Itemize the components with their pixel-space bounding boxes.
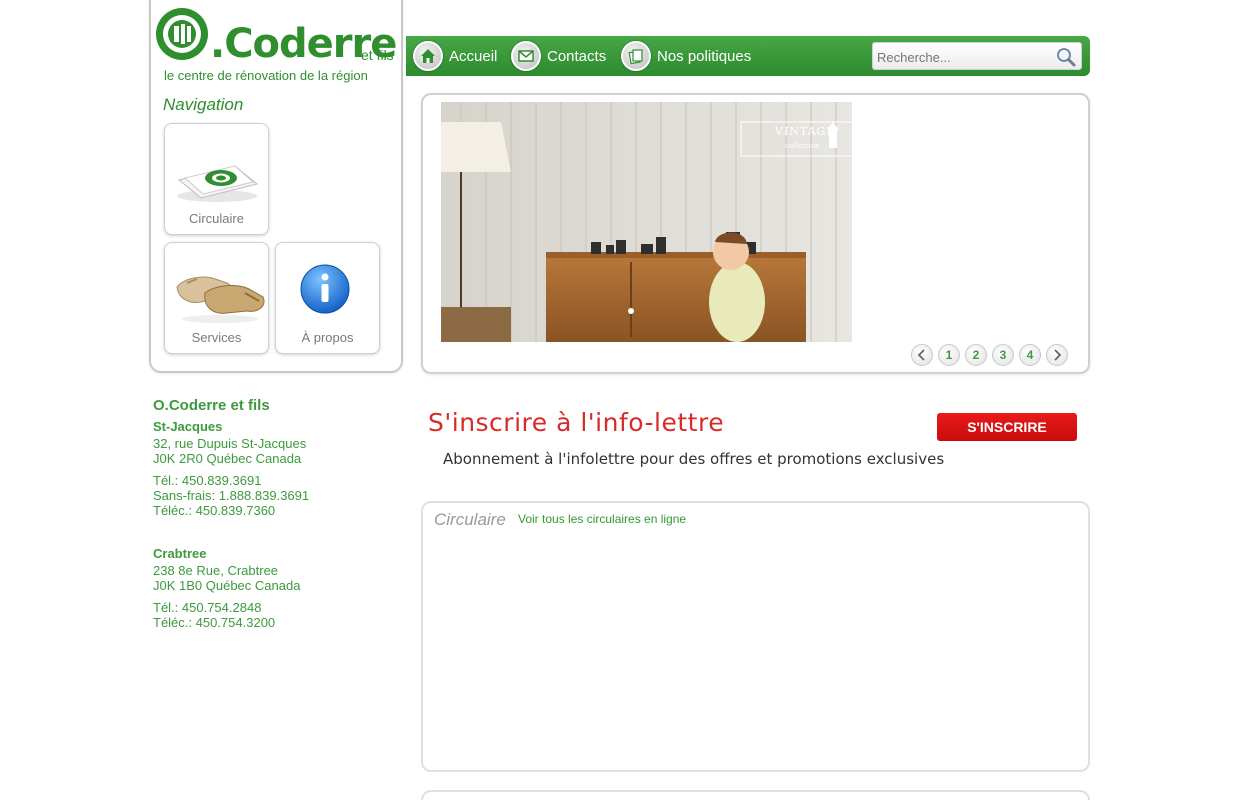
newsletter-title: S'inscrire à l'info-lettre (428, 408, 725, 437)
slider-prev-button[interactable] (911, 344, 933, 366)
site-logo[interactable]: .Coderre et fils le centre de rénovation… (154, 6, 399, 86)
coderre-logo-icon (156, 8, 208, 60)
contact-info: O.Coderre et fils St-Jacques 32, rue Dup… (153, 398, 403, 630)
nav-label: Nos politiques (657, 47, 752, 65)
slider-page-3[interactable]: 3 (992, 344, 1014, 366)
work-gloves-icon (176, 276, 265, 323)
brand-suffix: et fils (361, 47, 394, 63)
tile-label: Circulaire (189, 211, 244, 226)
navigation-heading: Navigation (163, 95, 244, 114)
company-name: O.Coderre et fils (153, 397, 270, 414)
branch-address-line2: J0K 1B0 Québec Canada (153, 578, 301, 593)
search-input[interactable] (877, 47, 1047, 67)
branch-phone: Tél.: 450.754.2848 (153, 600, 262, 615)
chevron-left-icon (917, 349, 925, 361)
branch-address-line1: 32, rue Dupuis St-Jacques (153, 436, 307, 451)
mail-icon (511, 41, 541, 71)
slider-next-button[interactable] (1046, 344, 1068, 366)
circulaire-title: Circulaire (434, 510, 506, 529)
tile-circulaire[interactable]: Circulaire (164, 123, 269, 235)
circulaire-panel (421, 501, 1090, 772)
newsletter-subtitle: Abonnement à l'infolettre pour des offre… (443, 450, 945, 468)
tile-services[interactable]: Services (164, 242, 269, 354)
search-box (872, 42, 1082, 70)
branch-address-line2: J0K 2R0 Québec Canada (153, 451, 302, 466)
slide-caption-sub: collection (785, 142, 820, 150)
branch-fax: Téléc.: 450.754.3200 (153, 615, 276, 630)
bottom-panel (421, 790, 1090, 800)
nav-contacts[interactable]: Contacts (511, 40, 606, 72)
nav-label: Accueil (449, 47, 498, 65)
branch-name: Crabtree (153, 546, 207, 561)
slider-page-2[interactable]: 2 (965, 344, 987, 366)
vintage-room-illustration: VINTAGE collection (441, 102, 852, 342)
flyer-icon (177, 165, 259, 202)
search-icon[interactable] (1055, 46, 1077, 68)
tile-a-propos[interactable]: À propos (275, 242, 380, 354)
branch-name: St-Jacques (153, 419, 223, 434)
documents-icon (621, 41, 651, 71)
all-circulaires-link[interactable]: Voir tous les circulaires en ligne (518, 512, 686, 526)
info-icon (300, 264, 350, 314)
slide-image[interactable]: VINTAGE collection (441, 102, 852, 342)
nav-politiques[interactable]: Nos politiques (621, 40, 751, 72)
tile-label: À propos (301, 330, 354, 345)
nav-accueil[interactable]: Accueil (413, 40, 497, 72)
brand-tagline: le centre de rénovation de la région (164, 68, 368, 83)
branch-address-line1: 238 8e Rue, Crabtree (153, 563, 279, 578)
home-icon (413, 41, 443, 71)
branch-phone: Tél.: 450.839.3691 (153, 473, 262, 488)
slide-caption: VINTAGE (774, 125, 835, 138)
slider-page-1[interactable]: 1 (938, 344, 960, 366)
slider-page-4[interactable]: 4 (1019, 344, 1041, 366)
tile-label: Services (191, 330, 242, 345)
nav-label: Contacts (547, 47, 607, 65)
chevron-right-icon (1054, 349, 1062, 361)
branch-tollfree: Sans-frais: 1.888.839.3691 (153, 488, 310, 503)
newsletter-subscribe-button[interactable]: S'INSCRIRE (937, 413, 1077, 441)
branch-fax: Téléc.: 450.839.7360 (153, 503, 276, 518)
